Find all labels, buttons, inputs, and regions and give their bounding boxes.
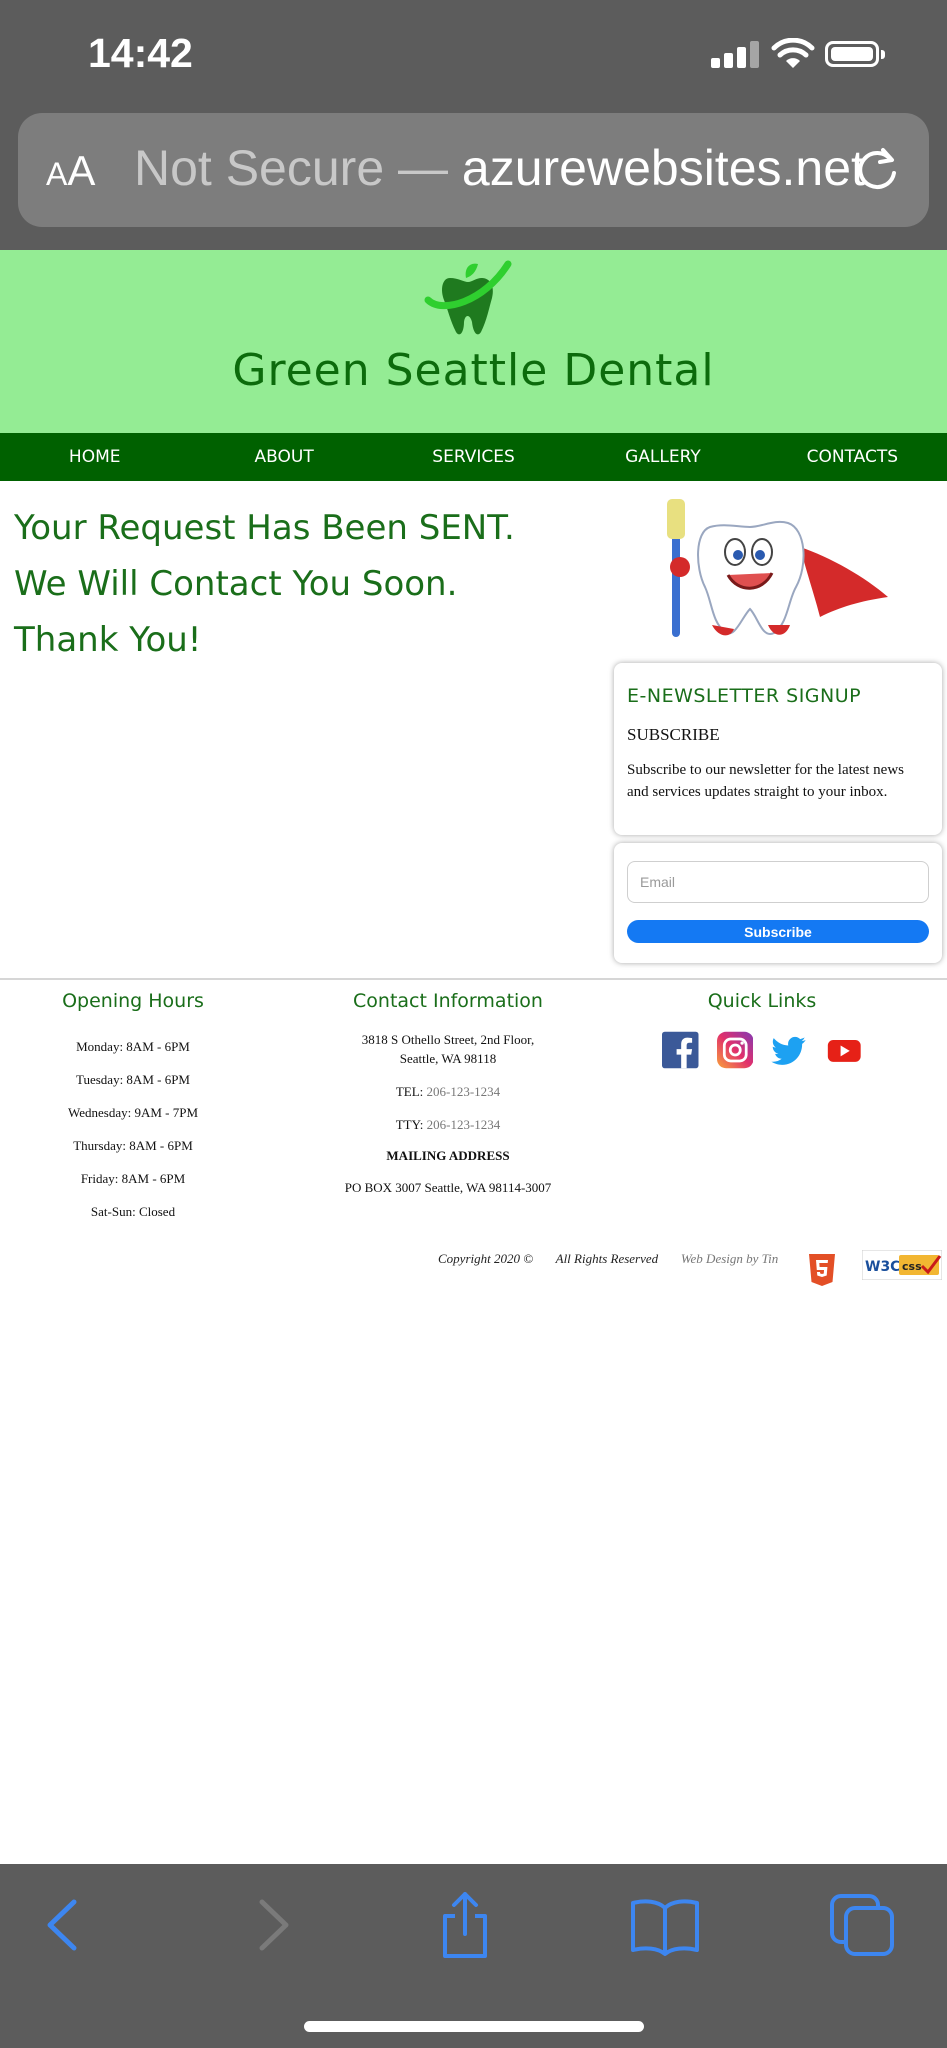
signal-icon: [711, 58, 720, 68]
signal-icon: [750, 41, 759, 68]
tooth-mascot-image: [667, 499, 888, 637]
subscribe-button[interactable]: Subscribe: [627, 920, 929, 943]
mailing-address: PO BOX 3007 Seattle, WA 98114-3007: [344, 1180, 552, 1195]
status-time: 14:42: [88, 30, 193, 76]
svg-text:css: css: [902, 1260, 922, 1273]
copyright-text: Copyright 2020 ©: [438, 1251, 534, 1266]
newsletter-description: Subscribe to our newsletter for the late…: [627, 762, 905, 800]
tel-line: TEL: 206-123-1234: [318, 1082, 578, 1101]
battery-icon: [825, 41, 885, 67]
newsletter-card: E-NEWSLETTER SIGNUP SUBSCRIBE Subscribe …: [614, 663, 942, 835]
site-header: Green Seattle Dental: [0, 250, 947, 433]
instagram-icon[interactable]: [716, 1030, 754, 1070]
quick-links-heading: Quick Links: [707, 990, 817, 1012]
signal-icon: [737, 47, 746, 68]
address-line: Seattle, WA 98118: [399, 1051, 497, 1066]
bookmarks-icon[interactable]: [630, 1892, 700, 1958]
hours-line: Friday: 8AM - 6PM: [80, 1171, 186, 1186]
home-indicator[interactable]: [304, 2021, 644, 2032]
tabs-icon[interactable]: [828, 1892, 898, 1958]
confirmation-line: Your Request Has Been SENT.: [14, 508, 515, 548]
contact-info-section: Contact Information 3818 S Othello Stree…: [318, 990, 578, 1211]
hours-line: Monday: 8AM - 6PM: [76, 1039, 190, 1054]
newsletter-title: E-NEWSLETTER SIGNUP: [627, 685, 862, 707]
newsletter-subheading: SUBSCRIBE: [627, 725, 720, 744]
url-host: azurewebsites.net: [461, 140, 865, 196]
main-nav: HOME ABOUT SERVICES GALLERY CONTACTS: [0, 433, 947, 481]
mailing-address-heading: MAILING ADDRESS: [386, 1148, 510, 1163]
w3c-css-badge-icon[interactable]: W3C css: [862, 1250, 942, 1280]
street-address: 3818 S Othello Street, 2nd Floor, Seattl…: [318, 1030, 578, 1068]
address-line: 3818 S Othello Street, 2nd Floor,: [361, 1032, 535, 1047]
tty-label: TTY:: [395, 1117, 427, 1132]
email-input[interactable]: [627, 861, 929, 903]
nav-services[interactable]: SERVICES: [379, 433, 568, 481]
hours-line: Sat-Sun: Closed: [90, 1204, 176, 1219]
browser-bottom-toolbar: [0, 1864, 947, 2048]
social-links: [662, 1030, 862, 1070]
status-icons: [711, 38, 887, 72]
tty-link[interactable]: 206-123-1234: [427, 1117, 501, 1132]
nav-home[interactable]: HOME: [0, 433, 189, 481]
footer-divider: [0, 978, 947, 980]
subscribe-form: Subscribe: [614, 843, 942, 963]
confirmation-line: Thank You!: [14, 620, 202, 660]
svg-text:W3C: W3C: [865, 1259, 900, 1275]
tty-line: TTY: 206-123-1234: [318, 1115, 578, 1134]
hours-line: Wednesday: 9AM - 7PM: [67, 1105, 199, 1120]
forward-icon[interactable]: [236, 1892, 306, 1958]
html5-badge-icon[interactable]: [808, 1253, 836, 1287]
nav-about[interactable]: ABOUT: [189, 433, 378, 481]
nav-contacts[interactable]: CONTACTS: [758, 433, 947, 481]
site-title[interactable]: Green Seattle Dental: [0, 345, 947, 396]
opening-hours-section: Opening Hours Monday: 8AM - 6PM Tuesday:…: [38, 990, 228, 1228]
facebook-icon[interactable]: [662, 1030, 699, 1070]
confirmation-line: We Will Contact You Soon.: [14, 564, 458, 604]
hours-line: Thursday: 8AM - 6PM: [73, 1138, 193, 1153]
tel-link[interactable]: 206-123-1234: [427, 1084, 501, 1099]
signal-icon: [724, 53, 733, 68]
security-status: Not Secure —: [134, 140, 462, 196]
tooth-logo-icon[interactable]: [422, 258, 514, 340]
reload-icon[interactable]: [851, 143, 903, 195]
copyright-line: Copyright 2020 © All Rights Reserved Web…: [438, 1251, 778, 1267]
browser-top-chrome: 14:42 AA Not Secure — azurewebsites.net: [0, 0, 947, 250]
opening-hours-heading: Opening Hours: [62, 990, 204, 1012]
url-field[interactable]: Not Secure — azurewebsites.net: [134, 139, 865, 197]
designer-credit-link[interactable]: Web Design by Tin: [681, 1251, 778, 1266]
back-icon[interactable]: [30, 1892, 100, 1958]
reader-text-size-button[interactable]: AA: [46, 147, 95, 195]
rights-text: All Rights Reserved: [555, 1251, 659, 1266]
share-icon[interactable]: [430, 1892, 500, 1958]
confirmation-message: Your Request Has Been SENT. We Will Cont…: [14, 500, 614, 668]
address-bar[interactable]: AA Not Secure — azurewebsites.net: [18, 113, 929, 227]
tel-label: TEL:: [395, 1084, 427, 1099]
nav-gallery[interactable]: GALLERY: [568, 433, 757, 481]
hours-line: Tuesday: 8AM - 6PM: [75, 1072, 190, 1087]
quick-links-section: Quick Links: [662, 990, 862, 1070]
youtube-icon[interactable]: [826, 1030, 863, 1070]
twitter-icon[interactable]: [771, 1030, 808, 1070]
wifi-icon: [771, 38, 815, 68]
contact-info-heading: Contact Information: [353, 990, 543, 1012]
